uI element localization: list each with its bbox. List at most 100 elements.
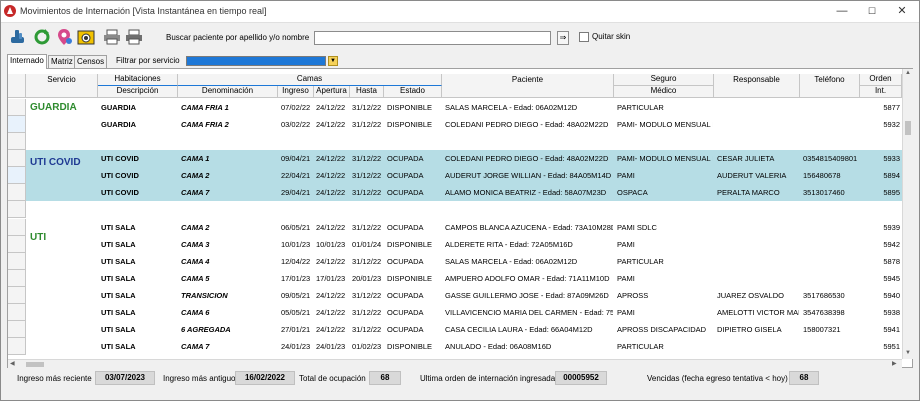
table-row[interactable]: GUARDIA CAMA FRIA 1 07/02/22 24/12/22 31/12/… xyxy=(26,99,902,116)
main-window: Movimientos de Internación [Vista Instan… xyxy=(0,0,920,401)
cell-hab: UTI SALA xyxy=(101,291,136,300)
row-indicator[interactable] xyxy=(8,99,26,116)
close-button[interactable]: ✕ xyxy=(889,3,915,19)
minimize-button[interactable]: — xyxy=(829,3,855,19)
map-pin-icon[interactable] xyxy=(55,28,73,46)
cell-hasta: 20/01/23 xyxy=(352,274,382,283)
search-go-button[interactable]: ⇒ xyxy=(557,31,569,45)
table-row[interactable]: UTI SALA CAMA 7 24/01/23 24/01/23 01/02/23 DI… xyxy=(26,338,902,355)
reciente-label: Ingreso más reciente xyxy=(17,374,92,383)
camera-icon[interactable] xyxy=(77,28,95,46)
row-indicator[interactable] xyxy=(8,184,26,201)
tab-censos[interactable]: Censos xyxy=(74,55,108,68)
vertical-scroll-thumb[interactable] xyxy=(905,121,911,135)
table-row[interactable]: UTI SALA TRANSICION 09/05/21 24/12/22 31/12/… xyxy=(26,287,902,304)
tab-matriz[interactable]: Matriz xyxy=(48,55,76,68)
table-row[interactable]: UTI COVID CAMA 7 29/04/21 24/12/22 31/12/22 O… xyxy=(26,184,902,201)
quitar-skin-checkbox[interactable] xyxy=(579,32,589,42)
table-row[interactable]: UTI SALA CAMA 6 05/05/21 24/12/22 31/12/22 OC… xyxy=(26,304,902,321)
table-row[interactable]: UTI SALA 6 AGREGADA 27/01/21 24/12/22 31/12/… xyxy=(26,321,902,338)
maximize-button[interactable]: ☐ xyxy=(859,3,885,19)
cell-paciente: CASA CECILIA LAURA - Edad: 66A04M12D xyxy=(445,325,593,334)
cell-ingreso: 09/04/21 xyxy=(281,154,311,163)
cell-cama: CAMA FRIA 1 xyxy=(181,103,229,112)
cell-cama: CAMA 3 xyxy=(181,240,210,249)
printer-alt-icon[interactable] xyxy=(125,28,143,46)
horizontal-scroll-thumb[interactable] xyxy=(26,362,44,367)
table-row[interactable]: UTI SALA CAMA 4 12/04/22 24/12/22 31/12/22 OC… xyxy=(26,253,902,270)
table-row[interactable]: UTI SALA CAMA 2 06/05/21 24/12/22 31/12/22 OC… xyxy=(26,219,902,236)
cell-orden: 5894 xyxy=(883,171,900,180)
cell-paciente: ALAMO MONICA BEATRIZ - Edad: 58A07M23D xyxy=(445,188,607,197)
header-paciente[interactable]: Paciente xyxy=(442,74,614,98)
row-indicator[interactable] xyxy=(8,321,26,338)
row-indicator[interactable] xyxy=(8,150,26,167)
table-row[interactable]: UTI SALA CAMA 5 17/01/23 17/01/23 20/01/23 DI… xyxy=(26,270,902,287)
cell-estado: OCUPADA xyxy=(387,223,424,232)
cell-tel: 3513017460 xyxy=(803,188,845,197)
header-int[interactable]: Int. xyxy=(860,86,902,98)
cell-estado: OCUPADA xyxy=(387,154,424,163)
tab-internado[interactable]: Internado xyxy=(7,54,47,69)
header-camas[interactable]: Camas xyxy=(178,74,442,86)
cell-hasta: 01/01/24 xyxy=(352,240,382,249)
header-responsable[interactable]: Responsable xyxy=(714,74,800,98)
header-orden[interactable]: Orden xyxy=(860,74,902,86)
cell-hab: UTI SALA xyxy=(101,308,136,317)
vertical-scrollbar[interactable]: ▲ ▼ xyxy=(902,69,913,359)
scroll-down-icon[interactable]: ▼ xyxy=(905,350,911,356)
row-indicator[interactable] xyxy=(8,133,26,150)
scroll-right-icon[interactable]: ▶ xyxy=(892,360,897,367)
cell-hasta: 31/12/22 xyxy=(352,308,382,317)
header-servicio[interactable]: Servicio xyxy=(26,74,98,98)
row-indicator[interactable] xyxy=(8,304,26,321)
cell-ingreso: 07/02/22 xyxy=(281,103,311,112)
window-title: Movimientos de Internación [Vista Instan… xyxy=(20,6,267,16)
search-input[interactable] xyxy=(314,31,551,45)
refresh-icon[interactable] xyxy=(33,28,51,46)
cell-estado: DISPONIBLE xyxy=(387,120,433,129)
header-habitaciones[interactable]: Habitaciones xyxy=(98,74,178,86)
servicio-filter-select[interactable] xyxy=(186,56,326,66)
cell-estado: DISPONIBLE xyxy=(387,103,433,112)
row-indicator[interactable] xyxy=(8,287,26,304)
table-row[interactable]: UTI COVID CAMA 1 09/04/21 24/12/22 31/12/22 O… xyxy=(26,150,902,167)
header-hasta[interactable]: Hasta xyxy=(350,86,384,98)
row-indicator[interactable] xyxy=(8,116,26,133)
row-indicator[interactable] xyxy=(8,253,26,270)
row-indicator[interactable] xyxy=(8,201,26,218)
header-medico[interactable]: Médico xyxy=(614,86,714,98)
row-indicator[interactable] xyxy=(8,236,26,253)
cell-orden: 5932 xyxy=(883,120,900,129)
header-seguro[interactable]: Seguro xyxy=(614,74,714,86)
cell-cama: CAMA 7 xyxy=(181,188,210,197)
table-row[interactable]: GUARDIA CAMA FRIA 2 03/02/22 24/12/22 31/12/… xyxy=(26,116,902,133)
ultima-orden-value: 00005952 xyxy=(555,371,607,385)
header-apertura[interactable]: Apertura xyxy=(314,86,350,98)
hand-hospital-icon[interactable] xyxy=(9,28,27,46)
cell-ingreso: 06/05/21 xyxy=(281,223,311,232)
header-descripcion[interactable]: Descripción xyxy=(98,86,178,98)
app-logo-icon xyxy=(4,5,16,17)
horizontal-scrollbar[interactable]: ◀ ▶ xyxy=(8,359,902,368)
row-indicator[interactable] xyxy=(8,167,26,184)
table-row[interactable]: UTI COVID CAMA 2 22/04/21 24/12/22 31/12/22 O… xyxy=(26,167,902,184)
header-ingreso[interactable]: Ingreso xyxy=(278,86,314,98)
table-row[interactable]: UTI SALA CAMA 3 10/01/23 10/01/23 01/01/24 DI… xyxy=(26,236,902,253)
row-indicator[interactable] xyxy=(8,219,26,236)
row-indicator[interactable] xyxy=(8,270,26,287)
cell-estado: OCUPADA xyxy=(387,188,424,197)
chevron-down-icon[interactable]: ▼ xyxy=(328,56,338,66)
header-estado[interactable]: Estado xyxy=(384,86,442,98)
printer-icon[interactable] xyxy=(103,28,121,46)
scroll-left-icon[interactable]: ◀ xyxy=(10,360,15,367)
cell-apertura: 24/12/22 xyxy=(316,103,346,112)
row-indicator[interactable] xyxy=(8,338,26,355)
header-telefono[interactable]: Teléfono xyxy=(800,74,860,98)
cell-ingreso: 27/01/21 xyxy=(281,325,311,334)
cell-tel: 3547638398 xyxy=(803,308,845,317)
cell-resp: JUAREZ OSVALDO xyxy=(717,291,784,300)
header-denominacion[interactable]: Denominación xyxy=(178,86,278,98)
scroll-up-icon[interactable]: ▲ xyxy=(905,70,911,76)
cell-paciente: SALAS MARCELA - Edad: 06A02M12D xyxy=(445,257,578,266)
